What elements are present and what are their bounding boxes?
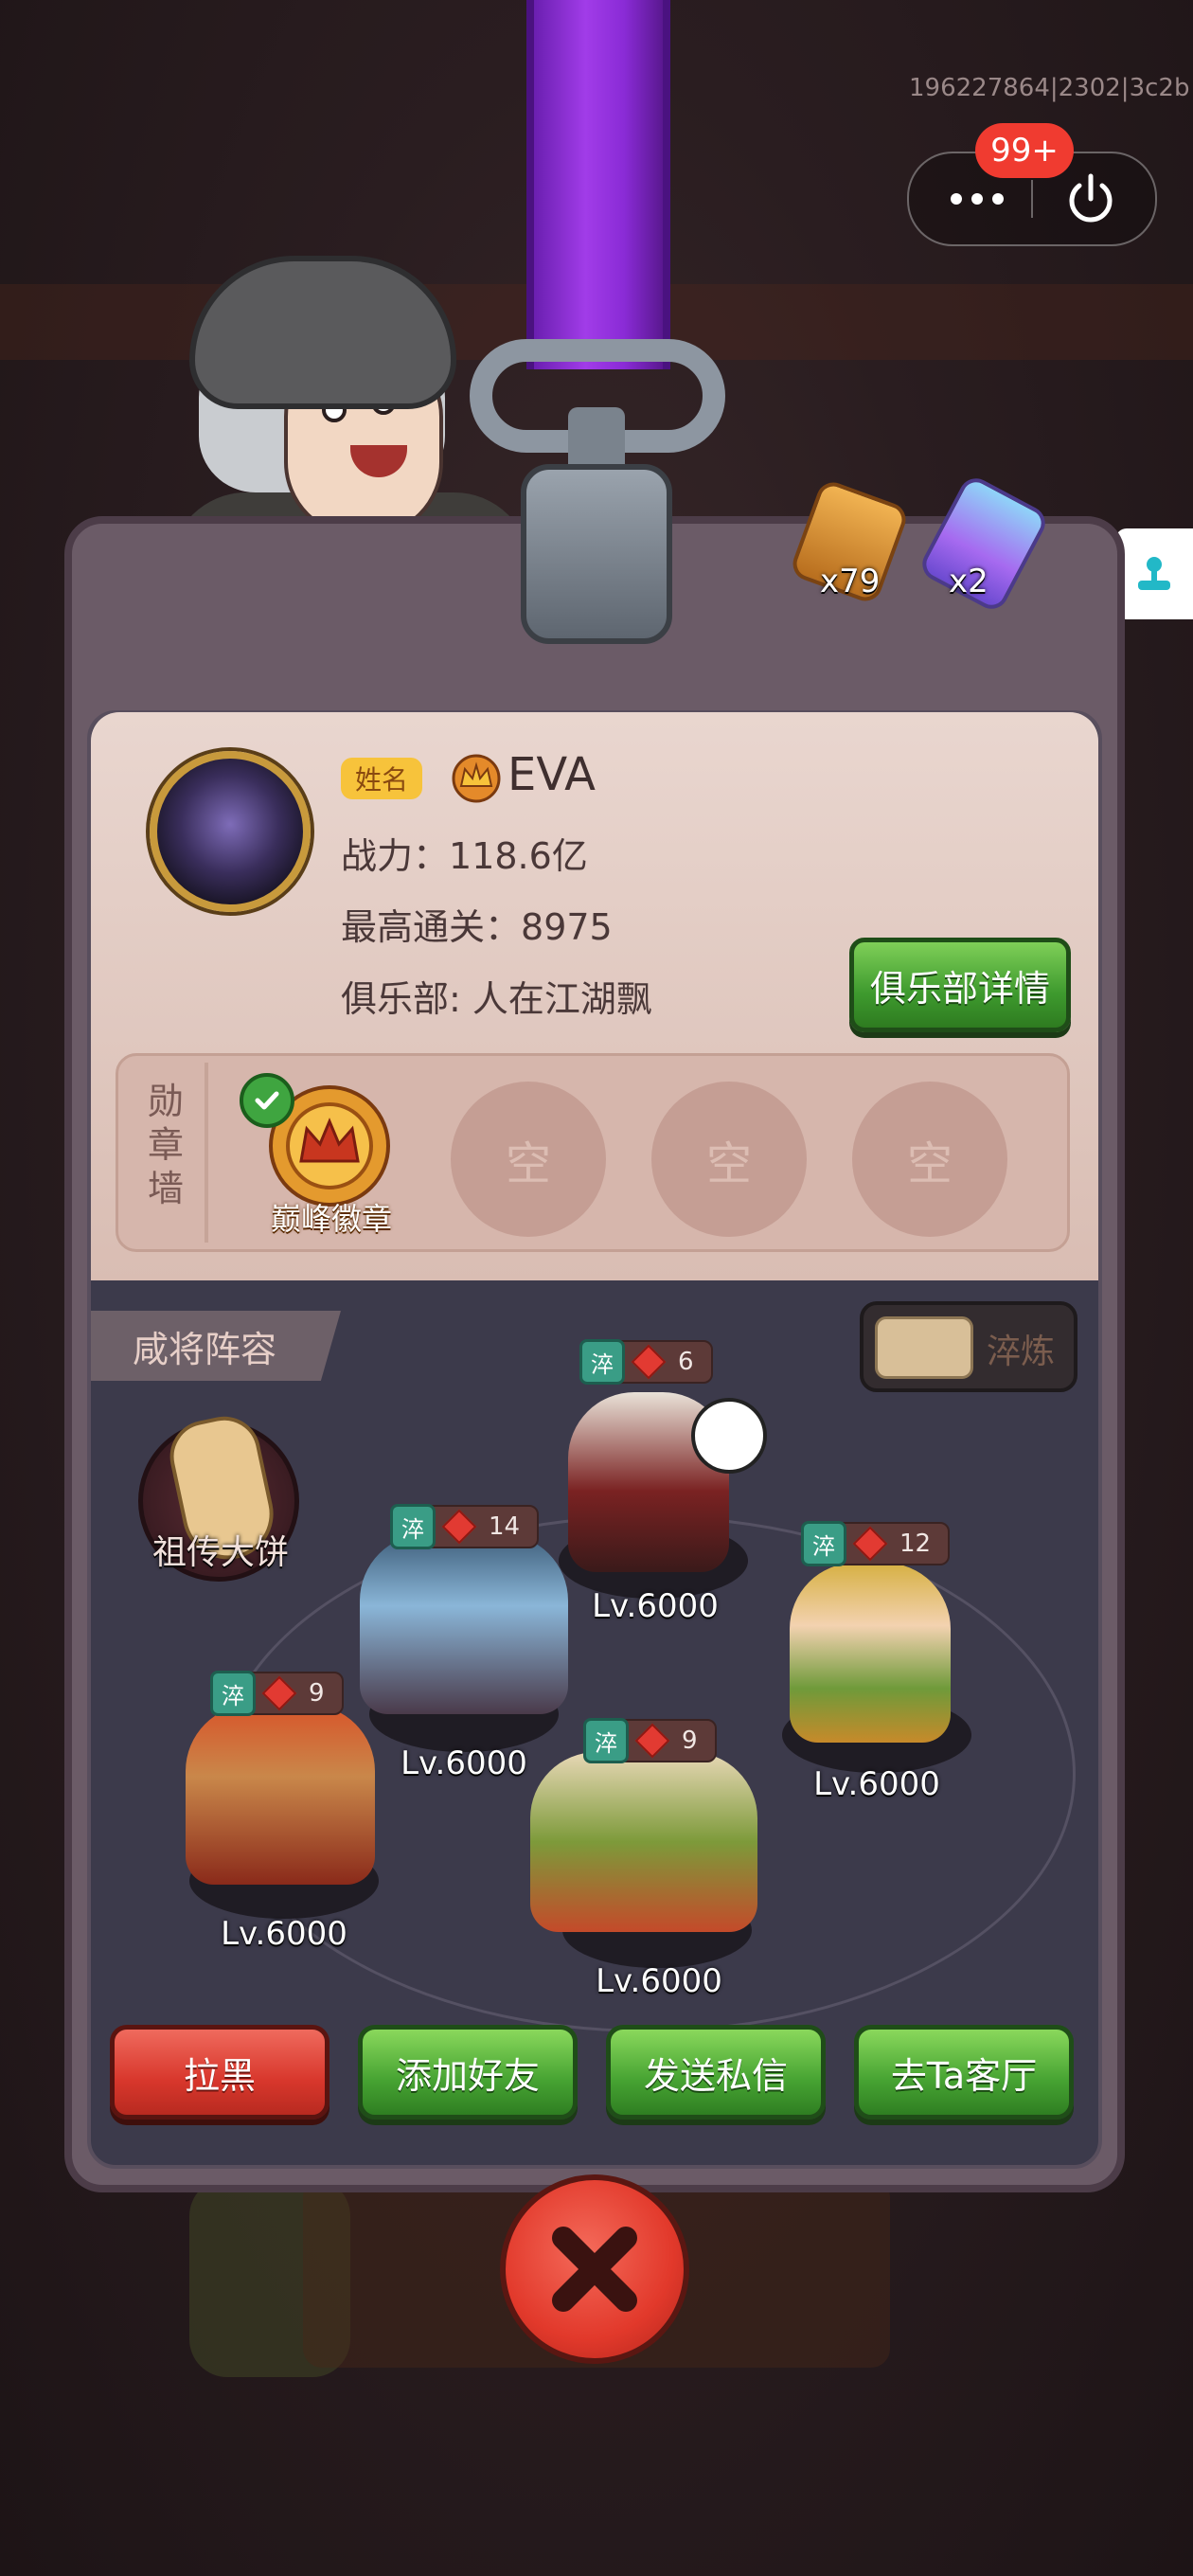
club-row: 俱乐部: 人在江湖飘 xyxy=(341,970,652,1022)
peak-medal-label: 巅峰徽章 xyxy=(270,1201,392,1237)
hero-star-bar: 6 xyxy=(619,1340,713,1384)
soccer-ball-icon xyxy=(691,1398,767,1474)
hero-tag: 淬 9 xyxy=(583,1718,717,1763)
best-clear-value: 8975 xyxy=(521,906,613,948)
hero-level: Lv.6000 xyxy=(401,1744,527,1782)
more-menu-icon[interactable] xyxy=(939,170,1015,227)
hero-tag: 淬 9 xyxy=(210,1671,344,1716)
joystick-icon xyxy=(1138,557,1170,590)
medal-slot-3[interactable]: 空 xyxy=(651,1082,807,1237)
close-icon xyxy=(552,2227,637,2312)
temper-toggle-label: 淬炼 xyxy=(987,1333,1056,1371)
hero-level: Lv.6000 xyxy=(813,1765,940,1803)
hero-figure[interactable] xyxy=(790,1563,951,1743)
medal-slot-4[interactable]: 空 xyxy=(852,1082,1007,1237)
character-hat xyxy=(189,256,456,409)
crown-icon xyxy=(452,754,501,803)
gold-key-count: x79 xyxy=(820,563,881,600)
equipped-check-icon xyxy=(240,1073,294,1128)
notification-badge: 99+ xyxy=(975,123,1074,178)
capsule-divider xyxy=(1031,180,1033,218)
medal-wall-divider xyxy=(205,1063,208,1243)
hero-star-bar: 9 xyxy=(250,1672,344,1715)
club-name: 人在江湖飘 xyxy=(472,978,652,1020)
red-gem-icon xyxy=(852,1526,888,1562)
hero-figure[interactable] xyxy=(530,1752,757,1932)
rainbow-key-count: x2 xyxy=(949,563,988,600)
red-gem-icon xyxy=(261,1675,297,1711)
lanyard-clip xyxy=(521,464,672,644)
power-row: 战力：118.6亿 xyxy=(341,827,588,879)
best-clear-label: 最高通关： xyxy=(341,906,522,948)
power-icon[interactable] xyxy=(1060,169,1121,229)
temper-icon: 淬 xyxy=(210,1671,256,1716)
player-avatar[interactable] xyxy=(150,751,311,912)
visit-hall-button[interactable]: 去Ta客厅 xyxy=(854,2025,1074,2120)
red-gem-icon xyxy=(441,1509,477,1545)
hero-level: Lv.6000 xyxy=(592,1587,719,1625)
send-message-button[interactable]: 发送私信 xyxy=(606,2025,826,2120)
block-button[interactable]: 拉黑 xyxy=(110,2025,329,2120)
best-clear-row: 最高通关：8975 xyxy=(341,898,613,950)
temper-icon: 淬 xyxy=(801,1521,846,1566)
hero-stars: 9 xyxy=(682,1726,698,1755)
hero-level: Lv.6000 xyxy=(221,1915,347,1953)
player-name: EVA xyxy=(507,748,596,801)
power-label: 战力： xyxy=(341,835,450,877)
add-friend-button[interactable]: 添加好友 xyxy=(358,2025,578,2120)
hero-star-bar: 12 xyxy=(841,1522,951,1565)
hero-figure[interactable] xyxy=(360,1534,568,1714)
close-button[interactable] xyxy=(500,2174,689,2364)
medal-wall-label: 勋章墙 xyxy=(147,1081,184,1209)
club-label: 俱乐部: xyxy=(341,978,461,1020)
hero-stars: 9 xyxy=(309,1679,325,1708)
hero-star-bar: 14 xyxy=(430,1505,540,1548)
hero-tag: 淬 6 xyxy=(579,1339,713,1385)
temper-icon: 淬 xyxy=(579,1339,625,1385)
lanyard-strap xyxy=(526,0,670,369)
temper-toggle-knob xyxy=(875,1316,973,1379)
red-gem-icon xyxy=(631,1344,667,1380)
hero-tag: 淬 12 xyxy=(801,1521,951,1566)
temper-toggle[interactable]: 淬炼 xyxy=(860,1301,1077,1392)
hero-level: Lv.6000 xyxy=(596,1962,722,2000)
hero-figure[interactable] xyxy=(186,1705,375,1885)
joystick-side-button[interactable] xyxy=(1115,528,1193,619)
red-gem-icon xyxy=(634,1723,670,1759)
lineup-title: 咸将阵容 xyxy=(91,1311,341,1381)
hero-stars: 14 xyxy=(489,1512,521,1541)
temper-icon: 淬 xyxy=(583,1718,629,1763)
hero-tag: 淬 14 xyxy=(390,1504,540,1549)
power-value: 118.6亿 xyxy=(449,835,588,877)
hero-stars: 12 xyxy=(899,1530,932,1558)
session-id-text: 196227864|2302|3c2b xyxy=(909,74,1190,102)
relic-label: 祖传大饼 xyxy=(151,1533,289,1572)
hero-star-bar: 9 xyxy=(623,1719,717,1762)
temper-icon: 淬 xyxy=(390,1504,436,1549)
medal-slot-2[interactable]: 空 xyxy=(451,1082,606,1237)
hero-stars: 6 xyxy=(678,1348,694,1376)
club-details-button[interactable]: 俱乐部详情 xyxy=(849,938,1071,1032)
name-tag: 姓名 xyxy=(341,758,422,799)
